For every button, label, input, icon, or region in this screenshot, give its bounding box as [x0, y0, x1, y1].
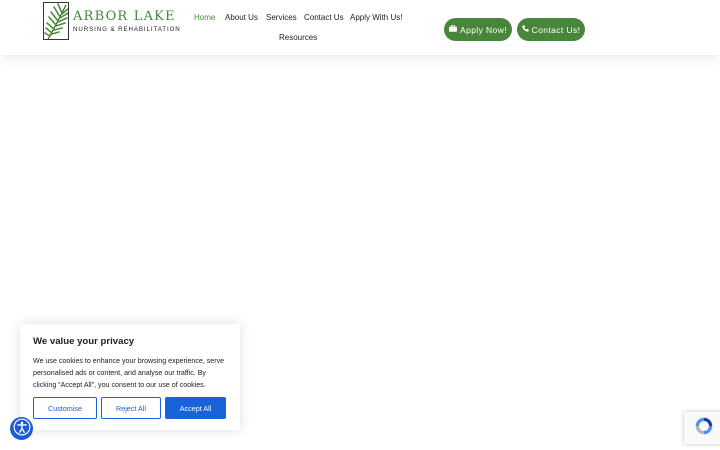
recaptcha-icon: [693, 415, 715, 442]
accept-all-button[interactable]: Accept All: [165, 397, 226, 419]
accessibility-icon: [13, 418, 31, 439]
nav-item-contact-us[interactable]: Contact Us: [304, 13, 344, 22]
nav-item-resources[interactable]: Resources: [279, 33, 317, 42]
reject-all-button[interactable]: Reject All: [101, 397, 161, 419]
cookie-actions: Customise Reject All Accept All: [33, 397, 226, 419]
cookie-title: We value your privacy: [33, 336, 135, 347]
recaptcha-badge[interactable]: [684, 412, 720, 444]
nav-item-home[interactable]: Home: [194, 13, 215, 22]
customise-button[interactable]: Customise: [33, 397, 97, 419]
main-navigation: Home About Us Services Contact Us Apply …: [0, 0, 720, 55]
nav-item-services[interactable]: Services: [266, 13, 297, 22]
apply-now-button[interactable]: Apply Now!: [444, 18, 512, 41]
nav-item-about-us[interactable]: About Us: [225, 13, 258, 22]
cookie-consent-banner: We value your privacy We use cookies to …: [20, 324, 240, 430]
apply-now-label: Apply Now!: [460, 24, 507, 35]
phone-icon: [521, 25, 529, 34]
briefcase-icon: [449, 24, 457, 34]
accessibility-button[interactable]: [10, 417, 33, 440]
nav-item-apply-with-us[interactable]: Apply With Us!: [350, 13, 402, 22]
contact-us-label: Contact Us!: [531, 24, 581, 35]
site-header: Arbor Lake Nursing & Rehabilitation Home…: [0, 0, 720, 55]
contact-us-button[interactable]: Contact Us!: [517, 18, 585, 41]
cookie-description: We use cookies to enhance your browsing …: [33, 357, 225, 389]
